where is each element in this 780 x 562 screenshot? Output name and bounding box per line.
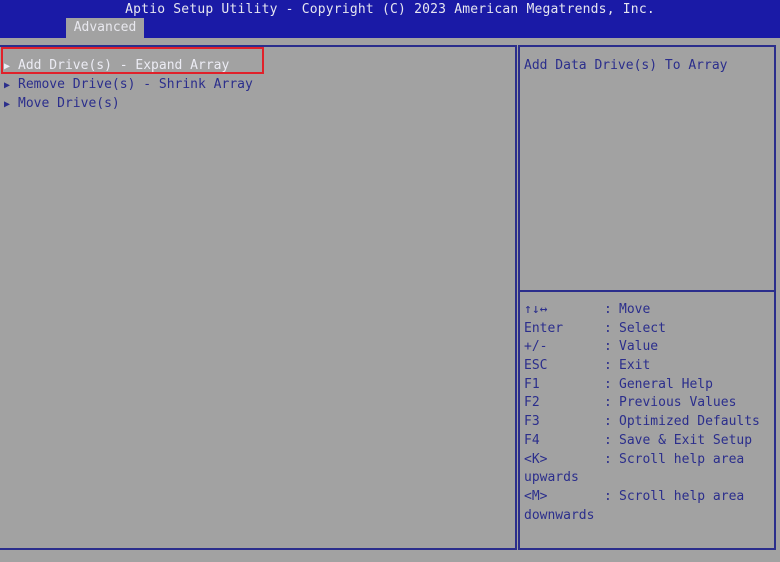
key-name: Enter (524, 320, 564, 336)
key-name: downwards (524, 507, 595, 523)
bottom-bar (0, 550, 780, 562)
key-separator: : (604, 451, 612, 467)
key-separator: : (604, 320, 612, 336)
key-description: Value (619, 339, 659, 355)
key-name: F2 (524, 395, 540, 411)
key-name: <M> (524, 488, 548, 504)
key-description: Scroll help area (619, 451, 745, 467)
help-panel: Add Data Drive(s) To Array ↑↓↔: Move Enter… (518, 45, 776, 550)
key-description: Move (619, 302, 651, 317)
key-name: ↑↓↔ (524, 302, 548, 317)
triangle-right-icon: ▶ (4, 99, 11, 110)
tab-advanced[interactable]: Advanced (66, 18, 144, 38)
menu-item-move-drives[interactable]: ▶ Move Drive(s) (4, 95, 120, 113)
menu-item-label: Move Drive(s) (18, 96, 120, 111)
title-bar: Aptio Setup Utility - Copyright (C) 2023… (0, 0, 780, 38)
key-name: +/- (524, 339, 548, 355)
key-separator: : (604, 376, 612, 392)
key-separator: : (604, 358, 612, 374)
app-title: Aptio Setup Utility - Copyright (C) 2023… (125, 2, 655, 17)
selection-highlight (1, 47, 264, 74)
key-description: Previous Values (619, 395, 737, 411)
help-text: Add Data Drive(s) To Array (524, 58, 728, 73)
key-separator: : (604, 488, 612, 504)
key-name: F4 (524, 432, 540, 448)
key-name: <K> (524, 451, 548, 467)
key-description: General Help (619, 376, 713, 392)
key-description: Save & Exit Setup (619, 432, 753, 448)
menu-item-label: Remove Drive(s) - Shrink Array (18, 77, 253, 92)
triangle-right-icon: ▶ (4, 80, 11, 91)
key-name: ESC (524, 358, 548, 374)
key-description: Scroll help area (619, 488, 745, 504)
help-divider (520, 290, 774, 292)
key-separator: : (604, 414, 612, 430)
key-separator: : (604, 302, 612, 317)
key-description: Optimized Defaults (619, 414, 760, 430)
key-name: F1 (524, 376, 540, 392)
key-name: F3 (524, 414, 540, 430)
menu-panel: ▶ Add Drive(s) - Expand Array ▶ Remove Dri… (0, 45, 517, 550)
key-description: Select (619, 320, 666, 336)
key-separator: : (604, 395, 612, 411)
key-description: Exit (619, 358, 651, 374)
key-name: upwards (524, 470, 579, 486)
key-separator: : (604, 339, 612, 355)
menu-item-remove-drives[interactable]: ▶ Remove Drive(s) - Shrink Array (4, 76, 253, 94)
key-separator: : (604, 432, 612, 448)
